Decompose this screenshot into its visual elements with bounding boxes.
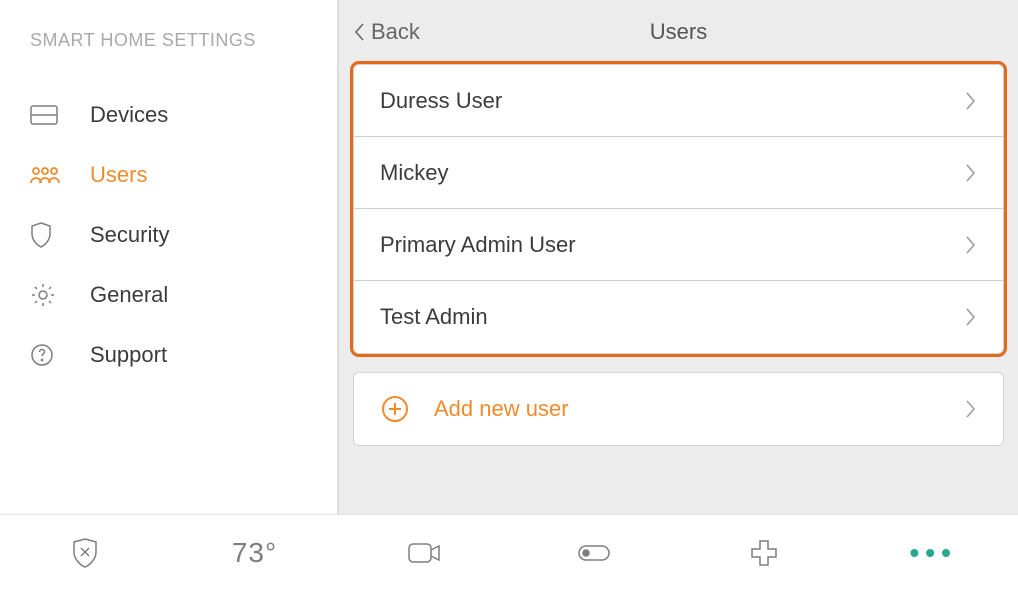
footer-disarm-button[interactable] (0, 537, 170, 569)
devices-icon (30, 105, 66, 125)
toggle-icon (577, 544, 611, 562)
add-user-button[interactable]: Add new user (354, 373, 1003, 445)
camera-icon (407, 542, 441, 564)
chevron-left-icon (353, 22, 365, 42)
add-user-label: Add new user (434, 396, 965, 422)
footer-emergency-button[interactable] (679, 539, 849, 567)
user-row[interactable]: Duress User (354, 65, 1003, 137)
footer-temperature[interactable]: 73° (170, 537, 340, 569)
user-row[interactable]: Mickey (354, 137, 1003, 209)
user-row[interactable]: Primary Admin User (354, 209, 1003, 281)
users-icon (30, 165, 66, 185)
footer-toggle-button[interactable] (509, 544, 679, 562)
plus-cross-icon (750, 539, 778, 567)
sidebar-item-devices[interactable]: Devices (30, 85, 337, 145)
sidebar-list: Devices Users Security (30, 85, 337, 385)
content-header: Back Users (339, 0, 1018, 64)
plus-circle-icon (380, 394, 410, 424)
footer-more-button[interactable]: ••• (848, 537, 1018, 569)
shield-x-icon (71, 537, 99, 569)
footer-camera-button[interactable] (339, 542, 509, 564)
shield-icon (30, 222, 66, 248)
chevron-right-icon (965, 235, 977, 255)
users-list-panel: Duress User Mickey Primary Admin User (353, 64, 1004, 354)
user-name: Test Admin (380, 304, 965, 330)
chevron-right-icon (965, 91, 977, 111)
sidebar-title: SMART HOME SETTINGS (30, 30, 337, 51)
sidebar-item-label: Devices (90, 102, 168, 128)
user-name: Duress User (380, 88, 965, 114)
sidebar-item-users[interactable]: Users (30, 145, 337, 205)
user-name: Primary Admin User (380, 232, 965, 258)
sidebar-item-label: Users (90, 162, 147, 188)
sidebar-item-security[interactable]: Security (30, 205, 337, 265)
sidebar-item-label: Support (90, 342, 167, 368)
content-pane: Back Users Duress User Mickey (339, 0, 1018, 514)
user-row[interactable]: Test Admin (354, 281, 1003, 353)
sidebar-item-label: General (90, 282, 168, 308)
sidebar-item-support[interactable]: Support (30, 325, 337, 385)
add-user-panel: Add new user (353, 372, 1004, 446)
chevron-right-icon (965, 163, 977, 183)
page-title: Users (339, 19, 1018, 45)
user-name: Mickey (380, 160, 965, 186)
sidebar: SMART HOME SETTINGS Devices Users (0, 0, 339, 514)
footer-bar: 73° ••• (0, 514, 1018, 590)
chevron-right-icon (965, 307, 977, 327)
back-button[interactable]: Back (339, 19, 420, 45)
back-label: Back (371, 19, 420, 45)
sidebar-item-general[interactable]: General (30, 265, 337, 325)
more-dots-icon: ••• (909, 537, 956, 569)
sidebar-item-label: Security (90, 222, 169, 248)
gear-icon (30, 282, 66, 308)
chevron-right-icon (965, 399, 977, 419)
help-icon (30, 343, 66, 367)
